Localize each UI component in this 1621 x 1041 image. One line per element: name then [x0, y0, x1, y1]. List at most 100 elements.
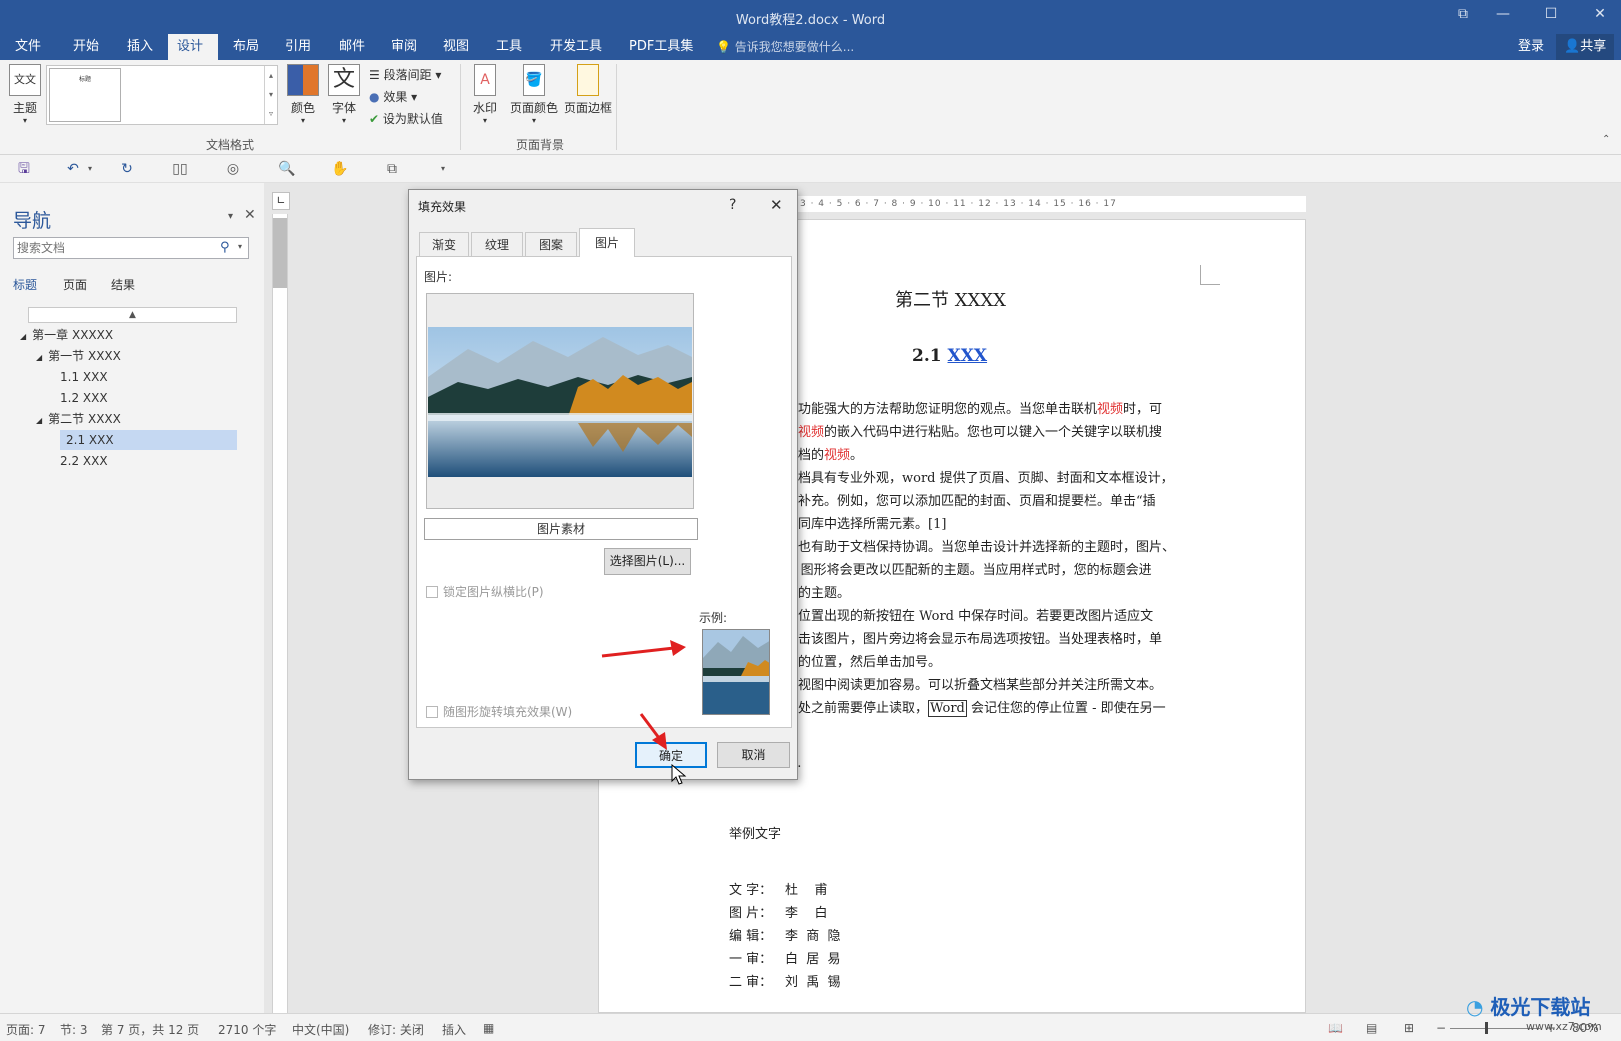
undo-icon[interactable]: ↶	[65, 161, 81, 177]
close-window-button[interactable]: ✕	[1585, 6, 1615, 22]
tab-view[interactable]: 视图	[434, 34, 478, 60]
text-run: 视频	[824, 448, 851, 463]
dialog-tab-texture[interactable]: 纹理	[471, 232, 523, 257]
collapse-triangle-icon[interactable]: ◢	[20, 332, 26, 341]
collapse-ribbon-icon[interactable]: ⌃	[1602, 134, 1610, 145]
nav-search-box[interactable]: ⚲ ▾	[13, 237, 249, 259]
read-mode-view-icon[interactable]: 📖	[1328, 1021, 1343, 1035]
tab-design[interactable]: 设计	[168, 34, 218, 60]
search-icon[interactable]: ⚲	[220, 240, 230, 255]
checkbox-box[interactable]	[426, 706, 438, 718]
maximize-button[interactable]: ☐	[1536, 6, 1566, 22]
tell-me-box[interactable]: 💡 告诉我您想要做什么...	[716, 34, 854, 60]
style-set-item[interactable]: 标题	[49, 68, 121, 122]
fonts-button[interactable]: 文 字体 ▾	[323, 64, 365, 125]
nav-tab-headings[interactable]: 标题	[13, 276, 37, 293]
lightbulb-icon: 💡	[716, 40, 731, 54]
nav-tab-results[interactable]: 结果	[111, 276, 135, 293]
print-preview-icon[interactable]: 🔍	[278, 161, 295, 177]
collapse-triangle-icon[interactable]: ◢	[36, 353, 42, 362]
dialog-tab-gradient[interactable]: 渐变	[419, 232, 469, 257]
status-track-changes[interactable]: 修订: 关闭	[368, 1021, 424, 1038]
tab-pdf-tools[interactable]: PDF工具集	[620, 34, 702, 60]
print-layout-view-icon[interactable]: ▤	[1366, 1021, 1377, 1035]
tab-review[interactable]: 审阅	[382, 34, 426, 60]
nav-tab-pages[interactable]: 页面	[63, 276, 87, 293]
cancel-button[interactable]: 取消	[717, 742, 790, 768]
tab-references[interactable]: 引用	[276, 34, 320, 60]
help-button[interactable]: ?	[729, 197, 736, 213]
body-line: 要位置出现的新按钮在 Word 中保存时间。若要更改图片适应文	[785, 605, 1153, 624]
lock-aspect-checkbox[interactable]: 锁定图片纵横比(P)	[426, 583, 544, 600]
status-word-count[interactable]: 2710 个字	[218, 1021, 276, 1038]
gallery-scroll-icon[interactable]: ▴ ▾ ▿	[264, 66, 277, 124]
theme-button[interactable]: 文文 主题 ▾	[4, 64, 46, 125]
nav-heading-item[interactable]: ◢ 第一章 XXXXX	[20, 325, 113, 345]
nav-heading-item[interactable]: 2.2 XXX	[60, 451, 108, 471]
paragraph-spacing-label: 段落间距	[383, 68, 432, 82]
status-insert-mode[interactable]: 插入	[442, 1021, 466, 1038]
customize-icon[interactable]: ⧉	[384, 161, 400, 177]
save-icon[interactable]: 🖫	[16, 161, 32, 177]
nav-heading-item[interactable]: 1.1 XXX	[60, 367, 108, 387]
zoom-out-icon[interactable]: −	[1436, 1021, 1446, 1035]
status-section[interactable]: 节: 3	[60, 1021, 88, 1038]
style-set-gallery[interactable]: 标题 ▴ ▾ ▿	[46, 65, 278, 125]
login-link[interactable]: 登录	[1518, 34, 1544, 60]
web-layout-view-icon[interactable]: ⊞	[1404, 1021, 1414, 1035]
tab-developer[interactable]: 开发工具	[541, 34, 611, 60]
watermark-button[interactable]: A 水印 ▾	[464, 64, 506, 125]
credit-name: 杜 甫	[785, 883, 828, 898]
touch-mode-icon[interactable]: ✋	[331, 161, 348, 177]
collapse-triangle-icon[interactable]: ◢	[36, 416, 42, 425]
search-input[interactable]	[14, 238, 204, 258]
tab-home[interactable]: 开始	[64, 34, 108, 60]
redo-icon[interactable]: ↻	[119, 161, 135, 177]
ribbon-display-options-icon[interactable]: ⧉	[1448, 6, 1478, 22]
body-line: 了功能强大的方法帮助您证明您的观点。当您单击联机视频时，可	[785, 398, 1162, 417]
search-dropdown-icon[interactable]: ▾	[238, 242, 242, 251]
page-borders-button[interactable]: 页面边框	[560, 64, 616, 116]
macro-icon[interactable]: ▦	[483, 1021, 494, 1035]
select-picture-button[interactable]: 选择图片(L)...	[604, 548, 691, 575]
share-button[interactable]: 👤共享	[1556, 34, 1615, 60]
heading-link[interactable]: XXX	[948, 346, 988, 366]
dialog-tab-picture[interactable]: 图片	[579, 228, 635, 257]
undo-dropdown-icon[interactable]: ▾	[82, 161, 98, 177]
close-dialog-button[interactable]: ✕	[770, 196, 783, 214]
nav-heading-label: 1.2 XXX	[60, 391, 108, 405]
effects-button[interactable]: ● 效果 ▾	[369, 88, 417, 105]
nav-collapse-bar[interactable]: ▲	[28, 307, 237, 323]
ruler-tab-selector[interactable]: ∟	[272, 192, 290, 210]
tab-mailings[interactable]: 邮件	[330, 34, 374, 60]
read-mode-icon[interactable]: ▯▯	[172, 161, 188, 177]
dialog-tab-pattern[interactable]: 图案	[525, 232, 577, 257]
colors-button[interactable]: 颜色 ▾	[282, 64, 324, 125]
credit-role: 图 片：	[729, 906, 773, 921]
minimize-button[interactable]: —	[1488, 6, 1518, 22]
nav-heading-item[interactable]: ◢ 第一节 XXXX	[36, 346, 121, 366]
quick-access-toolbar: 🖫 ↶ ▾ ↻ ▯▯ ◎ 🔍 ✋ ⧉ ▾	[0, 155, 1621, 183]
tab-insert[interactable]: 插入	[118, 34, 162, 60]
checkbox-box[interactable]	[426, 586, 438, 598]
web-layout-icon[interactable]: ◎	[225, 161, 241, 177]
nav-heading-item[interactable]: 1.2 XXX	[60, 388, 108, 408]
tab-layout[interactable]: 布局	[224, 34, 268, 60]
tab-tools[interactable]: 工具	[487, 34, 531, 60]
status-language[interactable]: 中文(中国)	[292, 1021, 349, 1038]
nav-heading-item[interactable]: ◢ 第二节 XXXX	[36, 409, 121, 429]
body-line: 文档具有专业外观，word 提供了页眉、页脚、封面和文本框设计，	[785, 467, 1174, 486]
rotate-with-shape-checkbox[interactable]: 随图形旋转填充效果(W)	[426, 703, 572, 720]
set-default-button[interactable]: ✔ 设为默认值	[369, 110, 443, 127]
close-icon[interactable]: ✕	[244, 207, 256, 223]
paragraph-spacing-button[interactable]: ☰ 段落间距 ▾	[369, 66, 441, 83]
page-color-button[interactable]: 🪣 页面颜色 ▾	[506, 64, 562, 125]
credit-name: 白 居 易	[785, 952, 841, 967]
status-page-of[interactable]: 第 7 页，共 12 页	[101, 1021, 199, 1038]
body-line: 的视频的嵌入代码中进行粘贴。您也可以键入一个关键字以联机搜	[785, 421, 1162, 440]
more-icon[interactable]: ▾	[435, 161, 451, 177]
nav-heading-item[interactable]: 2.1 XXX	[60, 430, 237, 450]
tab-file[interactable]: 文件	[6, 34, 50, 60]
status-page[interactable]: 页面: 7	[6, 1021, 46, 1038]
nav-options-icon[interactable]: ▾	[228, 211, 233, 222]
